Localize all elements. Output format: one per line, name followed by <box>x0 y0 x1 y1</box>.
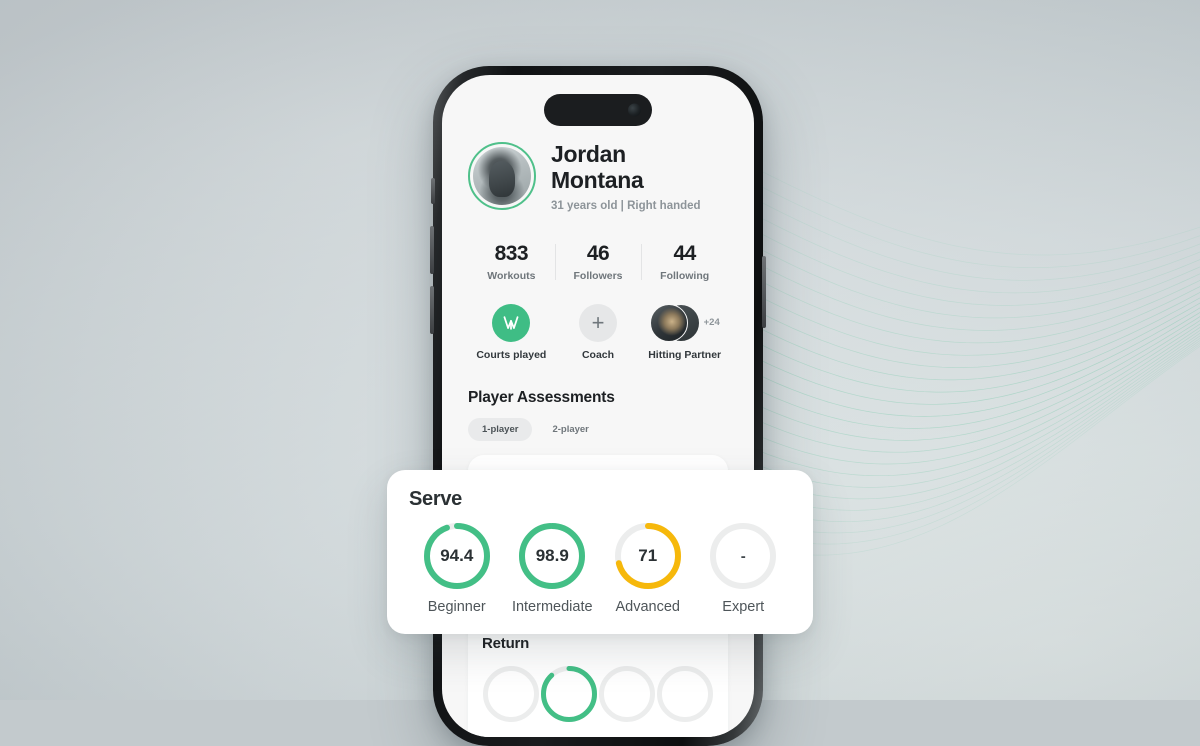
stat-value: 46 <box>586 241 610 265</box>
ring-value <box>541 666 597 722</box>
stat-following[interactable]: 44 Following <box>641 242 728 282</box>
ring-wrap <box>599 665 655 722</box>
ring-value <box>657 666 713 722</box>
profile-photo <box>473 147 531 206</box>
stat-label: Following <box>660 269 710 282</box>
serve-card-title: Serve <box>409 488 462 510</box>
action-coach[interactable]: + Coach <box>555 303 642 361</box>
plus-icon: + <box>579 303 617 342</box>
ring-value: 94.4 <box>440 546 474 565</box>
courts-logo-icon <box>492 303 531 342</box>
profile-text-block: Jordan Montana 31 years old | Right hand… <box>551 141 701 212</box>
ring-label: Advanced <box>615 599 681 615</box>
ring-wrap: 94.4 <box>423 523 490 589</box>
serve-ring-advanced[interactable]: 71 Advanced <box>600 523 696 615</box>
phone-device-frame: Jordan Montana 31 years old | Right hand… <box>430 66 766 746</box>
serve-ring-beginner[interactable]: 94.4 Beginner <box>409 523 505 615</box>
action-hitting-partner[interactable]: +24 Hitting Partner <box>641 303 728 361</box>
tab-2-player[interactable]: 2-player <box>538 418 602 441</box>
avatar-group-icon: +24 <box>641 303 728 342</box>
return-card-title: Return <box>482 634 530 652</box>
ring-wrap <box>657 665 713 722</box>
action-label: Courts played <box>476 348 547 361</box>
partner-avatar-1 <box>649 303 688 342</box>
return-ring-3[interactable] <box>656 665 714 731</box>
stat-label: Workouts <box>487 269 536 282</box>
profile-header: Jordan Montana 31 years old | Right hand… <box>468 141 728 212</box>
volume-down-button[interactable] <box>430 286 434 334</box>
ring-wrap: 98.9 <box>519 523 586 589</box>
tab-1-player[interactable]: 1-player <box>468 417 533 441</box>
serve-ring-row: 94.4 Beginner 98.9 Intermediate 71 Advanced - E… <box>409 523 791 615</box>
ring-value: 71 <box>638 546 658 565</box>
ring-label: Beginner <box>427 599 486 615</box>
power-button[interactable] <box>762 256 766 328</box>
return-ring-1[interactable] <box>540 665 598 731</box>
phone-screen: Jordan Montana 31 years old | Right hand… <box>442 75 754 737</box>
ring-wrap: 71 <box>614 523 681 589</box>
ring-value: 98.9 <box>535 546 569 565</box>
page-title: Jordan Montana <box>551 141 701 193</box>
ring-label: Intermediate <box>511 599 593 615</box>
ring-wrap <box>541 665 597 722</box>
return-ring-row <box>482 665 714 731</box>
ring-value <box>599 666 655 722</box>
action-label: Coach <box>581 348 615 361</box>
profile-name-line1: Jordan <box>551 141 626 167</box>
assessment-tabs: 1-player 2-player <box>468 417 728 441</box>
ring-label: Expert <box>722 599 765 615</box>
serve-ring-intermediate[interactable]: 98.9 Intermediate <box>505 523 601 615</box>
profile-meta: 31 years old | Right handed <box>551 199 701 212</box>
serve-card[interactable]: Serve 94.4 Beginner 98.9 Intermediate 71 Adva… <box>387 470 813 634</box>
ring-wrap <box>483 665 539 722</box>
stat-followers[interactable]: 46 Followers <box>554 241 642 282</box>
silent-switch[interactable] <box>431 178 435 204</box>
return-card[interactable]: Return <box>468 618 728 737</box>
serve-ring-expert[interactable]: - Expert <box>696 523 792 615</box>
actions-row: Courts played + Coach +24 Hitting Partne… <box>468 303 728 361</box>
stat-value: 833 <box>494 241 529 265</box>
action-label: Hitting Partner <box>648 348 722 361</box>
section-title-player-assessments: Player Assessments <box>468 388 615 406</box>
avatar[interactable] <box>468 142 536 211</box>
profile-name-line2: Montana <box>551 166 644 193</box>
courts-logo-glyph <box>503 316 519 330</box>
ring-value <box>483 666 539 722</box>
return-ring-2[interactable] <box>598 665 656 731</box>
volume-up-button[interactable] <box>430 226 434 274</box>
partner-overflow-count: +24 <box>703 317 720 329</box>
ring-value: - <box>740 547 746 565</box>
action-courts-played[interactable]: Courts played <box>468 303 555 361</box>
stats-row: 833 Workouts 46 Followers 44 Following <box>468 242 728 282</box>
return-ring-0[interactable] <box>482 665 540 731</box>
stat-workouts[interactable]: 833 Workouts <box>468 242 555 282</box>
stat-value: 44 <box>673 241 697 265</box>
stat-label: Followers <box>573 269 623 282</box>
ring-wrap: - <box>710 523 777 589</box>
partner-avatars <box>649 303 700 342</box>
app-content: Jordan Montana 31 years old | Right hand… <box>442 75 754 737</box>
